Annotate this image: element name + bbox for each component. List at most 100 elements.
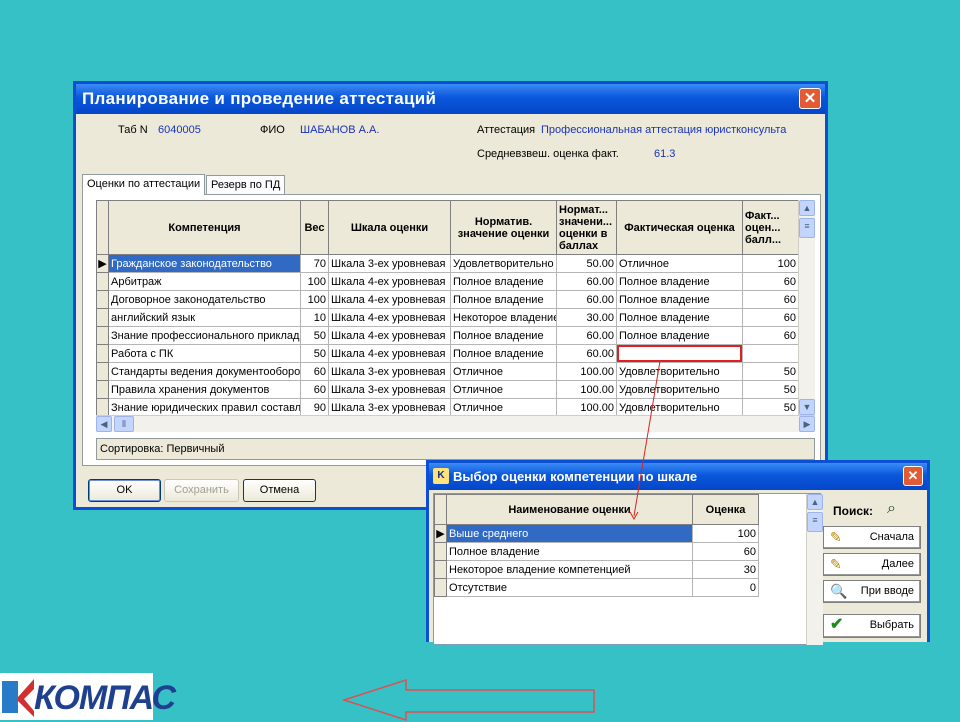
cell-norm-points[interactable]: 30.00	[556, 308, 617, 327]
table-row[interactable]: Знание профессионального приклад 50 Шкал…	[96, 326, 799, 345]
cell-norm-points[interactable]: 100.00	[556, 380, 617, 399]
cell-norm-value[interactable]: Некоторое владение	[450, 308, 557, 327]
cell-score-name[interactable]: Выше среднего	[446, 524, 693, 543]
table-row[interactable]: Арбитраж 100 Шкала 4-ех уровневая Полное…	[96, 272, 799, 291]
cell-score-name[interactable]: Отсутствие	[446, 578, 693, 597]
cell-norm-points[interactable]: 60.00	[556, 344, 617, 363]
cell-actual-score-empty[interactable]	[616, 344, 743, 363]
main-close-button[interactable]: ✕	[799, 88, 821, 109]
dialog-title-bar[interactable]: K Выбор оценки компетенции по шкале ✕	[429, 463, 927, 490]
cell-score-value[interactable]: 60	[692, 542, 759, 561]
cell-actual-score[interactable]: Удовлетворительно	[616, 362, 743, 381]
cell-actual-score[interactable]: Удовлетворительно	[616, 398, 743, 417]
cell-actual-score[interactable]: Полное владение	[616, 290, 743, 309]
list-item[interactable]: Некоторое владение компетенцией 30	[434, 560, 759, 579]
grid-horizontal-scrollbar[interactable]: ◀ ⦀ ▶	[96, 415, 815, 432]
dialog-close-button[interactable]: ✕	[903, 466, 923, 486]
header-norm-value[interactable]: Норматив. значение оценки	[450, 200, 557, 255]
cell-score-value[interactable]: 30	[692, 560, 759, 579]
cell-norm-points[interactable]: 50.00	[556, 254, 617, 273]
header-scale[interactable]: Шкала оценки	[328, 200, 451, 255]
dialog-vertical-scrollbar[interactable]: ▲ ≡	[806, 494, 823, 645]
cell-score-name[interactable]: Некоторое владение компетенцией	[446, 560, 693, 579]
cell-norm-value[interactable]: Отличное	[450, 362, 557, 381]
cell-actual-points[interactable]: 60	[742, 290, 799, 309]
cell-score-value[interactable]: 100	[692, 524, 759, 543]
scroll-up-icon[interactable]: ▲	[799, 200, 815, 216]
search-first-button[interactable]: ✎ Сначала	[823, 526, 921, 549]
header-norm-points[interactable]: Нормат... значени... оценки в баллах	[556, 200, 617, 255]
cell-competency[interactable]: Знание профессионального приклад	[108, 326, 301, 345]
cell-actual-points[interactable]: 60	[742, 308, 799, 327]
cell-competency[interactable]: Договорное законодательство	[108, 290, 301, 309]
header-competency[interactable]: Компетенция	[108, 200, 301, 255]
cell-competency[interactable]: Правила хранения документов	[108, 380, 301, 399]
cell-actual-score[interactable]: Полное владение	[616, 326, 743, 345]
cell-scale[interactable]: Шкала 3-ех уровневая	[328, 254, 451, 273]
cell-scale[interactable]: Шкала 4-ех уровневая	[328, 326, 451, 345]
cell-norm-points[interactable]: 100.00	[556, 362, 617, 381]
table-row[interactable]: английский язык 10 Шкала 4-ех уровневая …	[96, 308, 799, 327]
grid-vertical-scrollbar[interactable]: ▲ ≡ ▼	[798, 200, 815, 415]
list-item[interactable]: Отсутствие 0	[434, 578, 759, 597]
cell-weight[interactable]: 50	[300, 344, 329, 363]
cell-scale[interactable]: Шкала 4-ех уровневая	[328, 272, 451, 291]
cell-norm-value[interactable]: Полное владение	[450, 344, 557, 363]
search-on-input-button[interactable]: 🔍 При вводе	[823, 580, 921, 603]
cell-norm-points[interactable]: 60.00	[556, 326, 617, 345]
cell-score-name[interactable]: Полное владение	[446, 542, 693, 561]
cancel-button[interactable]: Отмена	[243, 479, 316, 502]
cell-weight[interactable]: 60	[300, 380, 329, 399]
cell-actual-points[interactable]: 60	[742, 272, 799, 291]
cell-scale[interactable]: Шкала 3-ех уровневая	[328, 398, 451, 417]
cell-norm-points[interactable]: 60.00	[556, 272, 617, 291]
cell-actual-points[interactable]: 50	[742, 380, 799, 399]
cell-actual-score[interactable]: Полное владение	[616, 308, 743, 327]
cell-weight[interactable]: 50	[300, 326, 329, 345]
scroll-right-icon[interactable]: ▶	[799, 416, 815, 432]
cell-scale[interactable]: Шкала 4-ех уровневая	[328, 290, 451, 309]
cell-weight[interactable]: 100	[300, 272, 329, 291]
cell-competency[interactable]: Знание юридических правил составл	[108, 398, 301, 417]
cell-competency[interactable]: Стандарты ведения документооборо	[108, 362, 301, 381]
save-button[interactable]: Сохранить	[164, 479, 239, 502]
cell-norm-points[interactable]: 60.00	[556, 290, 617, 309]
cell-norm-value[interactable]: Отличное	[450, 380, 557, 399]
table-row[interactable]: Стандарты ведения документооборо 60 Шкал…	[96, 362, 799, 381]
cell-actual-points[interactable]	[742, 344, 799, 363]
scroll-thumb[interactable]: ≡	[799, 218, 815, 238]
scroll-up-icon[interactable]: ▲	[807, 494, 823, 510]
cell-weight[interactable]: 10	[300, 308, 329, 327]
scroll-thumb[interactable]: ≡	[807, 512, 823, 532]
search-next-button[interactable]: ✎ Далее	[823, 553, 921, 576]
table-row[interactable]: ▶ Гражданское законодательство 70 Шкала …	[96, 254, 799, 273]
cell-weight[interactable]: 60	[300, 362, 329, 381]
cell-weight[interactable]: 100	[300, 290, 329, 309]
cell-actual-score[interactable]: Полное владение	[616, 272, 743, 291]
cell-norm-value[interactable]: Удовлетворительно	[450, 254, 557, 273]
cell-actual-points[interactable]: 50	[742, 398, 799, 417]
list-item[interactable]: Полное владение 60	[434, 542, 759, 561]
header-actual-score[interactable]: Фактическая оценка	[616, 200, 743, 255]
cell-actual-score[interactable]: Отличное	[616, 254, 743, 273]
header-score-value[interactable]: Оценка	[692, 494, 759, 525]
tab-attestation-scores[interactable]: Оценки по аттестации	[82, 174, 206, 195]
cell-competency[interactable]: Арбитраж	[108, 272, 301, 291]
cell-norm-points[interactable]: 100.00	[556, 398, 617, 417]
header-actual-points[interactable]: Факт... оцен... балл...	[742, 200, 799, 255]
cell-norm-value[interactable]: Полное владение	[450, 272, 557, 291]
main-title-bar[interactable]: Планирование и проведение аттестаций ✕	[76, 84, 825, 114]
select-button[interactable]: ✔ Выбрать	[823, 614, 921, 638]
list-item[interactable]: ▶ Выше среднего 100	[434, 524, 759, 543]
cell-norm-value[interactable]: Полное владение	[450, 290, 557, 309]
cell-scale[interactable]: Шкала 3-ех уровневая	[328, 362, 451, 381]
cell-actual-points[interactable]: 50	[742, 362, 799, 381]
header-weight[interactable]: Вес	[300, 200, 329, 255]
scroll-h-thumb[interactable]: ⦀	[114, 416, 134, 432]
cell-actual-points[interactable]: 100	[742, 254, 799, 273]
cell-norm-value[interactable]: Отличное	[450, 398, 557, 417]
cell-competency[interactable]: Работа с ПК	[108, 344, 301, 363]
cell-competency[interactable]: английский язык	[108, 308, 301, 327]
scroll-left-icon[interactable]: ◀	[96, 416, 112, 432]
score-grid[interactable]: Наименование оценки Оценка ▶ Выше средне…	[434, 494, 759, 597]
